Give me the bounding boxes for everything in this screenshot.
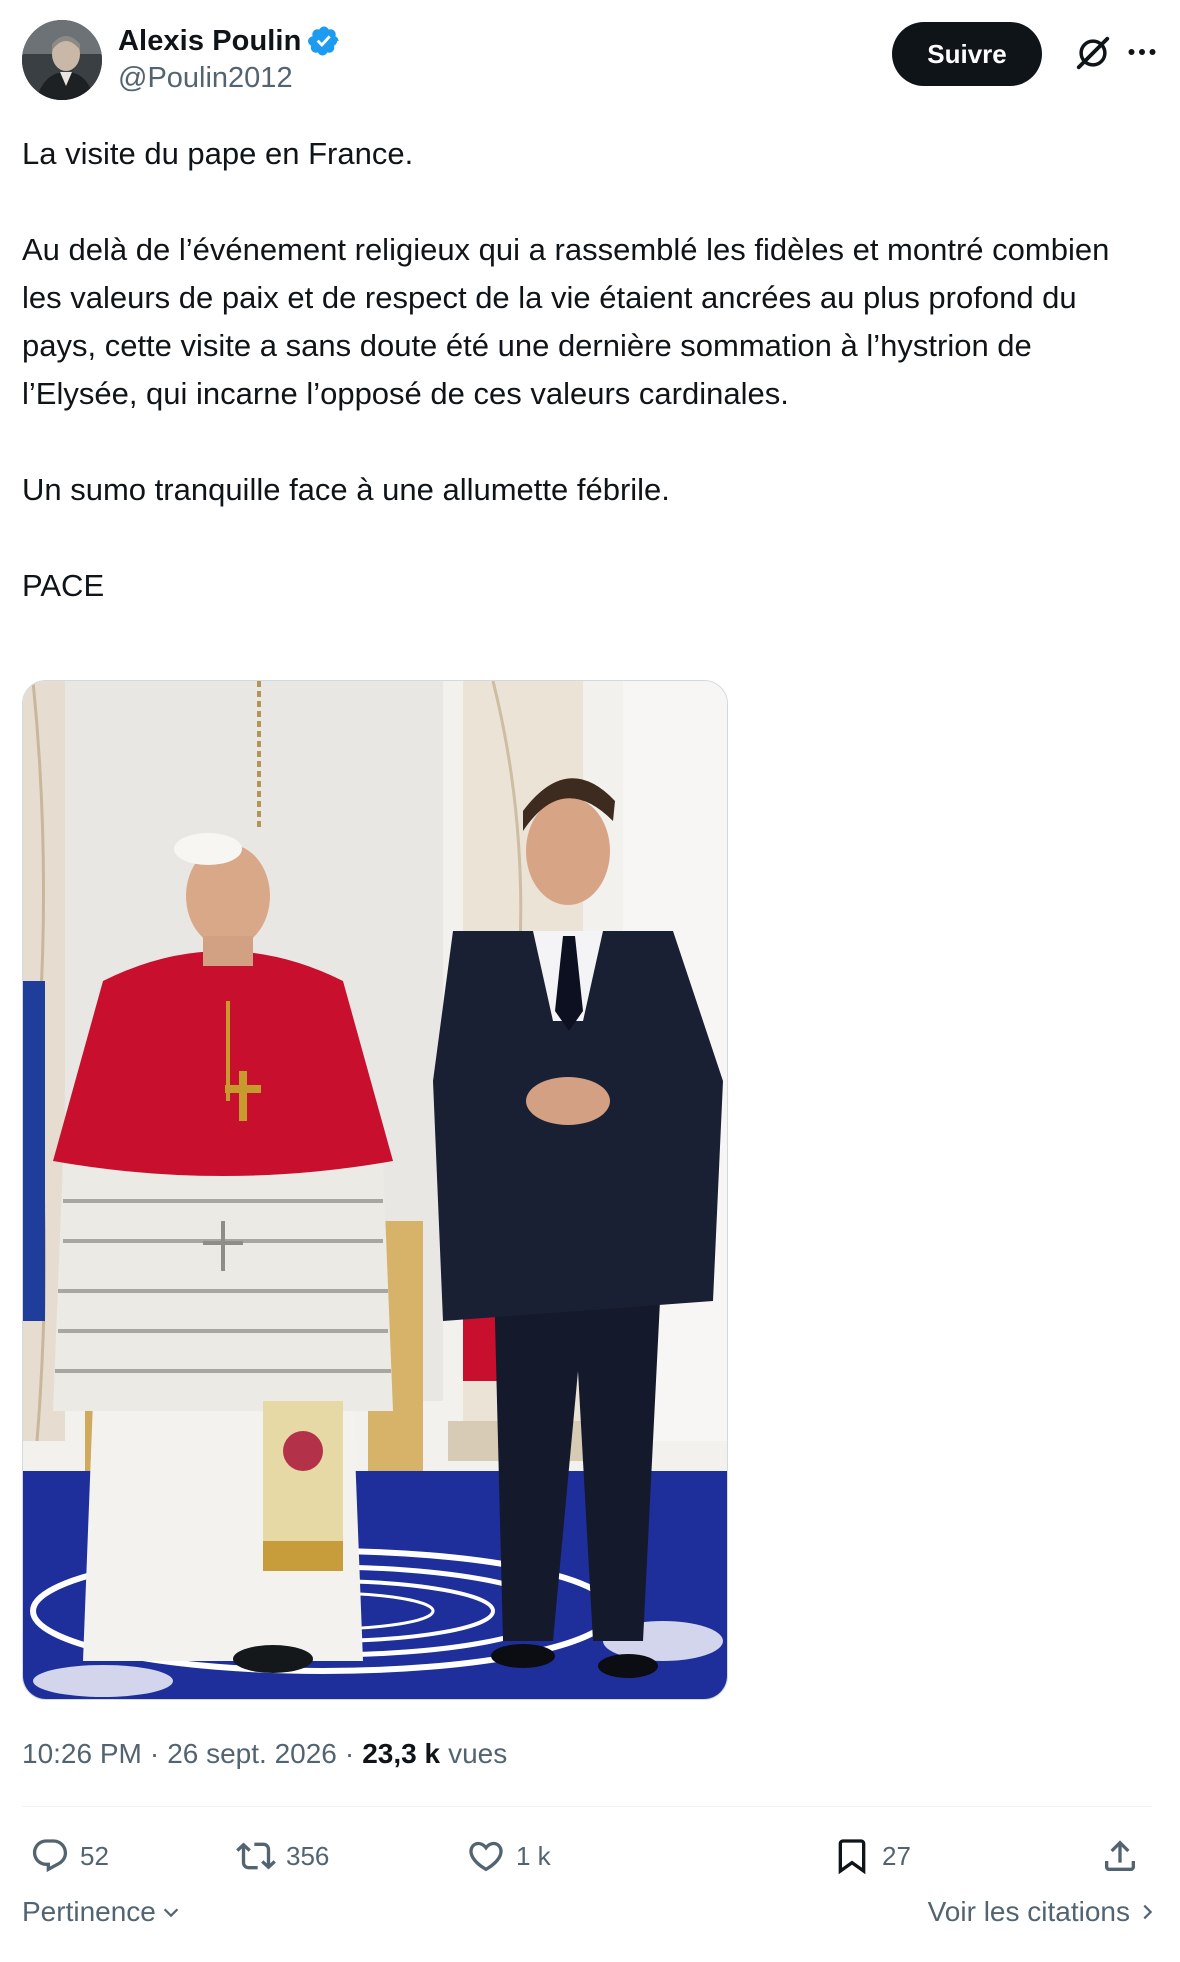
bookmark-count: 27 xyxy=(882,1840,911,1871)
view-quotes-label: Voir les citations xyxy=(927,1896,1130,1927)
tweet-body: La visite du pape en France. Au delà de … xyxy=(22,130,1152,610)
divider xyxy=(22,1806,1152,1807)
verified-badge-icon xyxy=(308,26,339,56)
follow-button[interactable]: Suivre xyxy=(892,22,1042,86)
like-count: 1 k xyxy=(516,1840,551,1871)
more-icon[interactable] xyxy=(1124,34,1160,70)
tweet-paragraph: Un sumo tranquille face à une allumette … xyxy=(22,472,670,507)
tweet-actions: 52 356 1 k 27 xyxy=(22,1826,1158,1886)
tweet-photo[interactable] xyxy=(22,680,728,1700)
tweet-paragraph: PACE xyxy=(22,568,105,603)
replies-toolbar: Pertinence Voir les citations xyxy=(22,1896,1158,1944)
tweet-meta: 10:26 PM · 26 sept. 2026 · 23,3 k vues xyxy=(22,1738,507,1770)
tweet-paragraph: Au delà de l’événement religieux qui a r… xyxy=(22,232,1110,411)
sort-label: Pertinence xyxy=(22,1896,156,1927)
repost-icon xyxy=(236,1842,276,1870)
author-name[interactable]: Alexis Poulin xyxy=(118,25,301,58)
author-avatar[interactable] xyxy=(22,20,102,100)
like-button[interactable]: 1 k xyxy=(466,1826,551,1886)
view-quotes-link[interactable]: Voir les citations xyxy=(928,1896,1158,1928)
reply-count: 52 xyxy=(80,1840,109,1871)
author-handle[interactable]: @Poulin2012 xyxy=(118,62,341,95)
tweet-time[interactable]: 10:26 PM xyxy=(22,1738,142,1770)
reply-button[interactable]: 52 xyxy=(30,1826,109,1886)
views-label: vues xyxy=(448,1738,508,1769)
reply-icon xyxy=(32,1839,68,1873)
repost-button[interactable]: 356 xyxy=(236,1826,329,1886)
bookmark-button[interactable]: 27 xyxy=(832,1826,911,1886)
tweet-header: Alexis Poulin @Poulin2012 Suivre xyxy=(22,20,1158,104)
repost-count: 356 xyxy=(286,1840,330,1871)
tweet-paragraph: La visite du pape en France. xyxy=(22,136,414,171)
grok-icon[interactable] xyxy=(1074,34,1112,72)
views-count[interactable]: 23,3 k xyxy=(362,1738,440,1770)
meta-separator: · xyxy=(149,1738,160,1769)
share-icon xyxy=(1105,1840,1135,1871)
chevron-right-icon xyxy=(1143,1904,1153,1920)
sort-dropdown[interactable]: Pertinence xyxy=(22,1896,182,1928)
chevron-down-icon xyxy=(163,1908,179,1918)
heart-icon xyxy=(469,1841,503,1872)
share-button[interactable] xyxy=(1100,1826,1140,1886)
bookmark-icon xyxy=(838,1839,866,1875)
tweet-date[interactable]: 26 sept. 2026 xyxy=(167,1738,337,1770)
meta-separator: · xyxy=(344,1738,355,1769)
author-identity[interactable]: Alexis Poulin @Poulin2012 xyxy=(118,24,341,95)
